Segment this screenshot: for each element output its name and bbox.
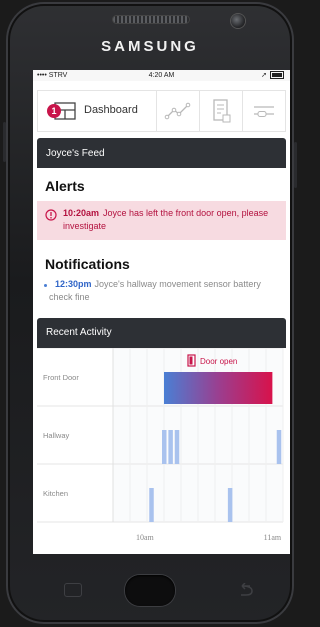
app-screen: •••• STRV 4:20 AM ➚ 1 Dashboard Joyce's … <box>33 70 290 554</box>
activity-event-bar <box>227 488 233 522</box>
clock: 4:20 AM <box>148 72 175 79</box>
activity-event-bar <box>168 430 173 464</box>
settings-slider-icon <box>254 106 274 117</box>
notification-time: 12:30pm <box>55 279 92 289</box>
notification-item[interactable]: 12:30pm Joyce's hallway movement sensor b… <box>37 278 286 304</box>
notification-badge: 1 <box>47 104 61 118</box>
recent-activity-header: Recent Activity <box>37 318 286 348</box>
nav-reports[interactable] <box>200 91 243 131</box>
top-navigation: 1 Dashboard <box>37 90 286 132</box>
activity-event-bar <box>149 488 154 522</box>
power-button <box>294 142 297 188</box>
x-tick-label: 10am <box>136 533 155 542</box>
brand-logo: SAMSUNG <box>101 38 199 55</box>
front-camera <box>231 14 245 28</box>
document-list-icon <box>213 99 231 123</box>
notifications-title: Notifications <box>45 256 130 272</box>
activity-event-bar <box>174 430 180 464</box>
x-tick-label: 11am <box>264 533 282 542</box>
activity-chart-svg: Front Door Hallway Kitchen Door open 10am 11a… <box>37 347 284 542</box>
door-icon-panel <box>189 356 193 365</box>
status-bar: •••• STRV 4:20 AM ➚ <box>33 70 290 81</box>
row-label-kitchen: Kitchen <box>43 489 68 498</box>
battery-icon <box>270 71 284 79</box>
recent-activity-chart: Front Door Hallway Kitchen Door open 10am 11a… <box>37 347 286 554</box>
bullet-dot <box>44 284 47 287</box>
feed-header: Joyce's Feed <box>37 138 286 168</box>
home-button[interactable] <box>125 575 175 606</box>
row-label-front-door: Front Door <box>43 373 79 382</box>
activity-event-bar <box>162 430 167 464</box>
back-icon[interactable] <box>236 583 256 597</box>
legend-label: Door open <box>200 357 237 366</box>
alert-time: 10:20am <box>63 208 100 218</box>
warning-icon <box>45 209 57 221</box>
alerts-title: Alerts <box>45 178 85 194</box>
location-icon: ➚ <box>261 72 267 79</box>
row-label-hallway: Hallway <box>43 431 70 440</box>
nav-dashboard-label: Dashboard <box>84 104 138 116</box>
status-icons: ➚ <box>261 71 284 79</box>
alert-item[interactable]: 10:20am Joyce has left the front door ope… <box>37 201 286 240</box>
earpiece-speaker <box>113 16 189 23</box>
chart-line-icon <box>164 102 191 120</box>
recent-apps-button[interactable] <box>64 583 82 597</box>
volume-button <box>3 122 6 162</box>
nav-dashboard[interactable]: 1 Dashboard <box>38 91 157 131</box>
nav-settings[interactable] <box>243 91 285 131</box>
nav-trends[interactable] <box>157 91 200 131</box>
door-open-bar <box>164 372 273 404</box>
activity-event-bar <box>276 430 282 464</box>
